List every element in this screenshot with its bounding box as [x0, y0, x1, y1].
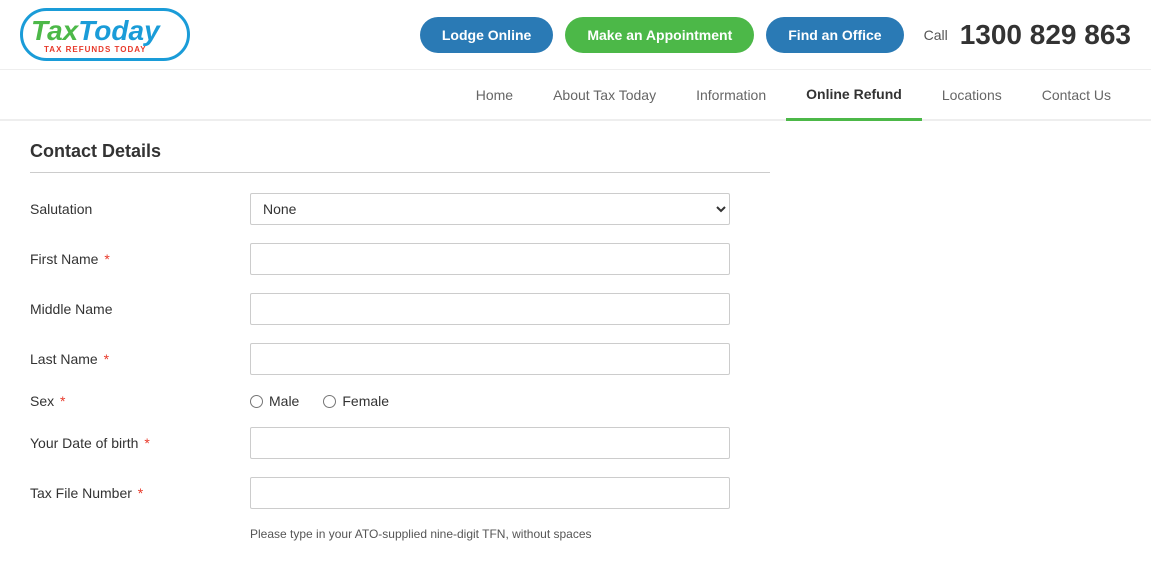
salutation-row: Salutation None Mr Mrs Ms Miss Dr — [30, 193, 770, 225]
tfn-hint: Please type in your ATO-supplied nine-di… — [250, 527, 770, 541]
nav-contact[interactable]: Contact Us — [1022, 71, 1131, 119]
required-star: * — [100, 251, 109, 267]
call-label: Call — [924, 27, 948, 43]
sex-male-text: Male — [269, 393, 299, 409]
logo-tax: Tax — [31, 15, 78, 46]
logo-sub: TAX REFUNDS TODAY — [31, 45, 160, 54]
nav-online-refund[interactable]: Online Refund — [786, 70, 922, 121]
dob-row: Your Date of birth * — [30, 427, 770, 459]
sex-male-radio[interactable] — [250, 395, 263, 408]
first-name-input[interactable] — [250, 243, 730, 275]
sex-female-label[interactable]: Female — [323, 393, 389, 409]
required-star: * — [140, 435, 149, 451]
nav-home[interactable]: Home — [456, 71, 533, 119]
nav-bar: Home About Tax Today Information Online … — [0, 70, 1151, 121]
lodge-online-button[interactable]: Lodge Online — [420, 17, 553, 53]
middle-name-label: Middle Name — [30, 301, 250, 317]
salutation-label: Salutation — [30, 201, 250, 217]
last-name-input[interactable] — [250, 343, 730, 375]
dob-label: Your Date of birth * — [30, 435, 250, 451]
logo-area: TaxToday TAX REFUNDS TODAY — [20, 8, 190, 61]
sex-row: Sex * Male Female — [30, 393, 770, 409]
dob-input[interactable] — [250, 427, 730, 459]
logo-today: Today — [78, 15, 159, 46]
tfn-row: Tax File Number * — [30, 477, 770, 509]
nav-locations[interactable]: Locations — [922, 71, 1022, 119]
salutation-select[interactable]: None Mr Mrs Ms Miss Dr — [250, 193, 730, 225]
top-bar: TaxToday TAX REFUNDS TODAY Lodge Online … — [0, 0, 1151, 70]
required-star: * — [134, 485, 143, 501]
last-name-label: Last Name * — [30, 351, 250, 367]
first-name-label: First Name * — [30, 251, 250, 267]
find-office-button[interactable]: Find an Office — [766, 17, 903, 53]
middle-name-row: Middle Name — [30, 293, 770, 325]
section-title: Contact Details — [30, 141, 770, 173]
sex-label: Sex * — [30, 393, 250, 409]
tfn-input[interactable] — [250, 477, 730, 509]
tfn-label: Tax File Number * — [30, 485, 250, 501]
nav-about[interactable]: About Tax Today — [533, 71, 676, 119]
contact-details-form: Contact Details Salutation None Mr Mrs M… — [0, 121, 800, 561]
required-star: * — [100, 351, 109, 367]
sex-female-text: Female — [342, 393, 389, 409]
sex-male-label[interactable]: Male — [250, 393, 299, 409]
sex-female-radio[interactable] — [323, 395, 336, 408]
phone-number: 1300 829 863 — [960, 19, 1131, 51]
sex-radio-group: Male Female — [250, 393, 389, 409]
last-name-row: Last Name * — [30, 343, 770, 375]
make-appointment-button[interactable]: Make an Appointment — [565, 17, 754, 53]
middle-name-input[interactable] — [250, 293, 730, 325]
required-star: * — [56, 393, 65, 409]
nav-information[interactable]: Information — [676, 71, 786, 119]
first-name-row: First Name * — [30, 243, 770, 275]
logo: TaxToday TAX REFUNDS TODAY — [20, 8, 190, 61]
